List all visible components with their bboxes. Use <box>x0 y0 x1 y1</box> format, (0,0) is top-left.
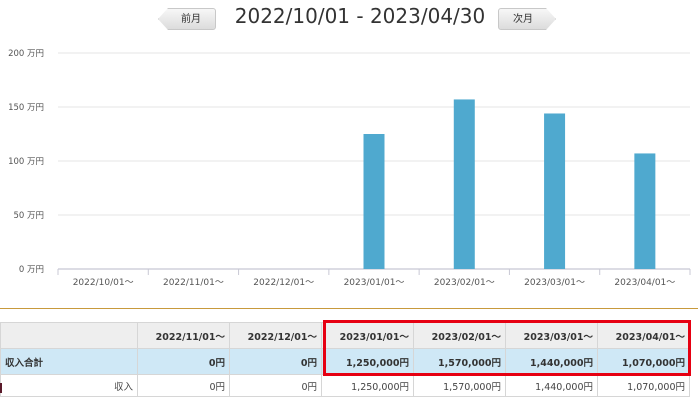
bar <box>363 134 385 269</box>
section-divider <box>0 308 698 309</box>
x-tick-label: 2022/10/01～ <box>73 278 134 288</box>
table-cell: 1,440,000円 <box>505 374 598 397</box>
x-tick-label: 2022/11/01～ <box>163 278 224 288</box>
table-header-col: 2023/03/01～ <box>505 322 598 349</box>
table-cell: 1,570,000円 <box>413 374 506 397</box>
income-label: 収入 <box>0 374 138 397</box>
table-header-col: 2023/02/01～ <box>413 322 506 349</box>
y-tick-label: 200 万円 <box>8 49 44 59</box>
y-tick-label: 100 万円 <box>8 157 44 167</box>
bar <box>634 153 656 269</box>
x-tick-label: 2023/01/01～ <box>344 278 405 288</box>
period-title: 2022/10/01 - 2023/04/30 <box>234 4 486 28</box>
total-income-row: 収入合計 0円 0円 1,250,000円 1,570,000円 1,440,0… <box>0 348 690 375</box>
income-bar-chart: 0 万円 50 万円 100 万円 150 万円 200 万円 2022/10/01～ 20… <box>8 49 691 288</box>
prev-month-button[interactable]: 前月 <box>158 8 216 30</box>
table-cell: 1,070,000円 <box>597 374 690 397</box>
x-tick-label: 2023/02/01～ <box>434 278 495 288</box>
table-cell: 0円 <box>137 374 230 397</box>
table-header-col: 2023/04/01～ <box>597 322 690 349</box>
table-cell: 0円 <box>229 348 322 375</box>
table-cell: 0円 <box>137 348 230 375</box>
table-header-col: 2022/11/01～ <box>137 322 230 349</box>
x-tick-label: 2023/03/01～ <box>524 278 585 288</box>
total-income-label: 収入合計 <box>0 348 138 375</box>
table-cell: 1,250,000円 <box>321 374 414 397</box>
y-tick-label: 0 万円 <box>19 265 44 275</box>
bar <box>544 113 566 269</box>
income-row: 収入 0円 0円 1,250,000円 1,570,000円 1,440,000… <box>0 374 690 397</box>
x-tick-label: 2023/04/01～ <box>614 278 675 288</box>
table-cell: 1,570,000円 <box>413 348 506 375</box>
row-marker <box>0 383 2 393</box>
table-cell: 1,250,000円 <box>321 348 414 375</box>
x-tick-label: 2022/12/01～ <box>253 278 314 288</box>
table-cell: 1,440,000円 <box>505 348 598 375</box>
table-header-col: 2023/01/01～ <box>321 322 414 349</box>
period-header: 前月 2022/10/01 - 2023/04/30 次月 <box>0 0 698 38</box>
table-cell: 0円 <box>229 374 322 397</box>
y-tick-label: 50 万円 <box>13 211 44 221</box>
bar <box>453 99 475 269</box>
table-header-col: 2022/12/01～ <box>229 322 322 349</box>
y-tick-label: 150 万円 <box>8 103 44 113</box>
income-table: 2022/11/01～ 2022/12/01～ 2023/01/01～ 2023… <box>0 322 690 397</box>
table-header-row: 2022/11/01～ 2022/12/01～ 2023/01/01～ 2023… <box>0 322 690 349</box>
next-month-button[interactable]: 次月 <box>498 8 556 30</box>
table-header-blank <box>0 322 138 349</box>
table-cell: 1,070,000円 <box>597 348 690 375</box>
